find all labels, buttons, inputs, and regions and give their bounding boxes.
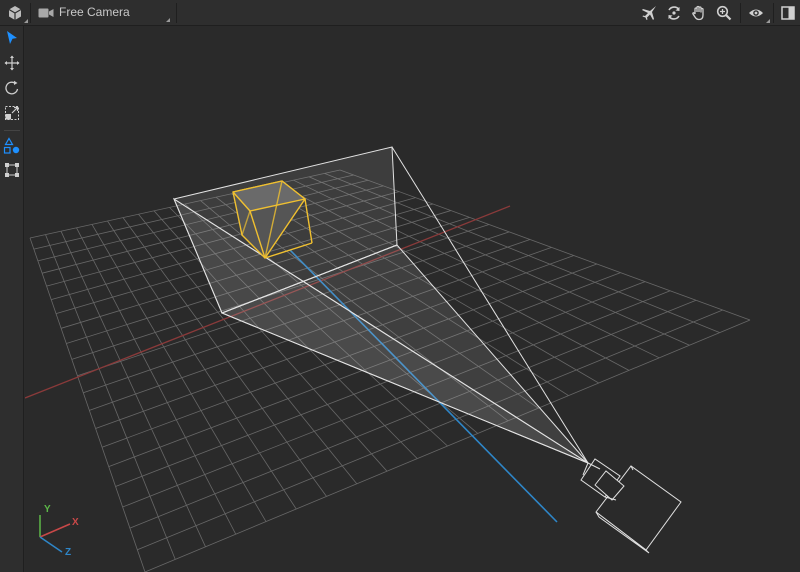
gizmo-y-label: Y <box>44 504 51 515</box>
gizmo-z-label: Z <box>65 547 71 558</box>
select-tool[interactable] <box>2 28 22 48</box>
video-camera-icon <box>37 0 55 26</box>
chevron-down-icon <box>166 18 170 22</box>
viewport-toolbar: Free Camera <box>0 0 800 26</box>
pan-hand-icon[interactable] <box>688 0 710 26</box>
tools-sidebar <box>0 26 24 572</box>
cursor-arrow-icon <box>7 31 17 44</box>
tool-divider <box>4 130 20 131</box>
toolbar-divider <box>176 3 177 23</box>
scale-icon <box>5 106 19 120</box>
toolbar-divider <box>773 3 774 23</box>
cube-icon[interactable] <box>4 0 26 26</box>
rect-transform-icon <box>5 163 19 177</box>
menu-dropdown-indicator <box>24 19 28 23</box>
visibility-dropdown-indicator <box>766 19 770 23</box>
scene-viewport[interactable]: Y X Z <box>25 26 800 572</box>
eye-icon[interactable] <box>745 0 767 26</box>
gizmo-x-label: X <box>72 517 79 528</box>
move-tool[interactable] <box>2 53 22 73</box>
scale-tool[interactable] <box>2 103 22 123</box>
fly-icon[interactable] <box>638 0 660 26</box>
shapes-icon <box>3 137 20 154</box>
zoom-icon[interactable] <box>713 0 735 26</box>
rect-transform-tool[interactable] <box>2 160 22 180</box>
move-arrows-icon <box>4 55 20 71</box>
rotate-icon <box>5 80 19 95</box>
toolbar-divider <box>740 3 741 23</box>
orbit-icon[interactable] <box>663 0 685 26</box>
shapes-tool[interactable] <box>2 136 22 156</box>
camera-selector[interactable]: Free Camera <box>31 0 175 26</box>
rotate-tool[interactable] <box>2 78 22 98</box>
camera-model[interactable] <box>580 458 682 554</box>
camera-label: Free Camera <box>59 5 130 19</box>
panel-toggle-icon[interactable] <box>777 0 799 26</box>
axis-gizmo: Y X Z <box>39 504 79 558</box>
